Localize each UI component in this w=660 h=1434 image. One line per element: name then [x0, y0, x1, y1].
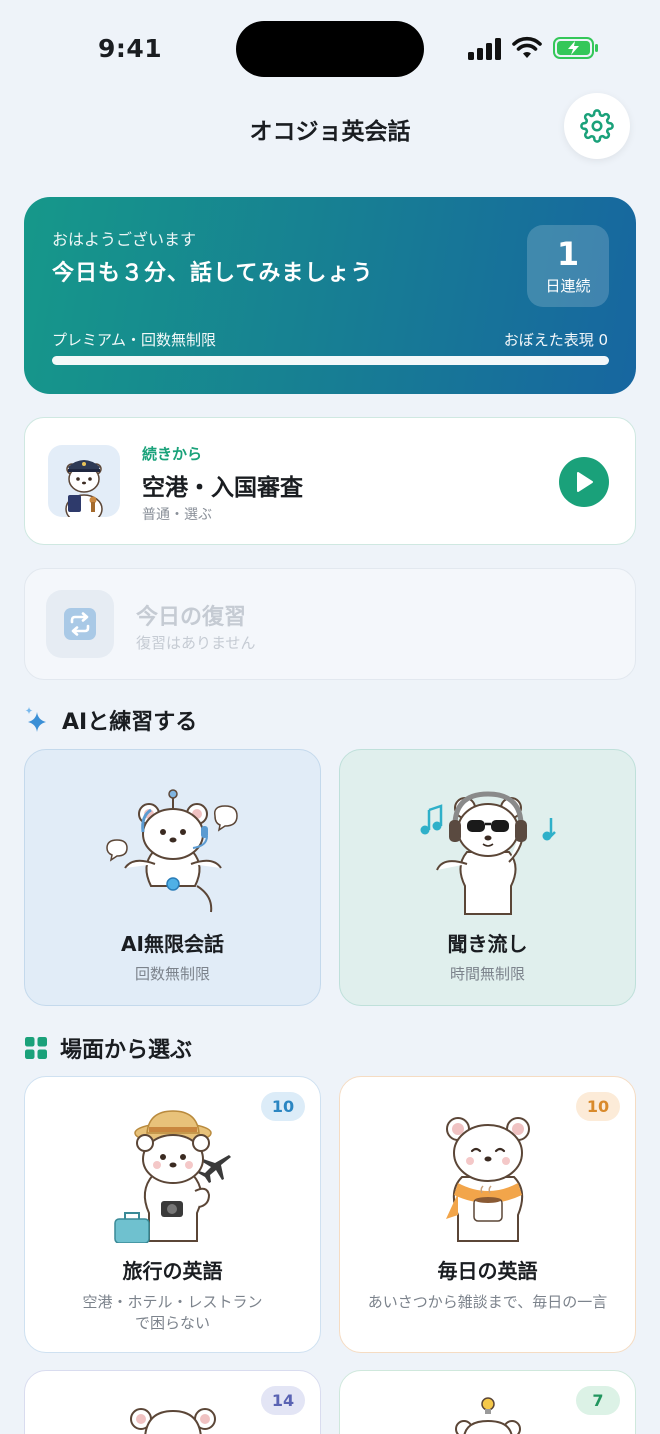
grid-icon [25, 1037, 47, 1059]
review-title: 今日の復習 [136, 605, 247, 630]
status-time: 9:41 [98, 34, 163, 63]
ermine-image [129, 1408, 216, 1434]
lesson-thumbnail [48, 445, 120, 517]
streak-box: 1 日連続 [527, 225, 609, 307]
dynamic-island [236, 21, 424, 77]
review-card: 今日の復習 復習はありません [24, 568, 636, 680]
lesson-count-badge: 7 [576, 1386, 620, 1415]
battery-icon [553, 37, 598, 59]
continue-kicker: 続きから [142, 445, 203, 463]
continue-card[interactable]: 続きから 空港・入国審査 普通・選ぶ [24, 417, 636, 545]
gear-icon [580, 109, 614, 143]
listening-tile-sub: 時間無制限 [449, 965, 525, 983]
lesson-count-badge: 10 [261, 1092, 305, 1121]
scene-sub-line2: で困らない [134, 1314, 210, 1332]
ai-section-title: AIと練習する [62, 710, 198, 735]
scenes-section-title: 場面から選ぶ [60, 1038, 193, 1063]
scene-card-daily[interactable]: 10 毎日の英語 あいさつから雑談まで、毎日の一言 [339, 1076, 636, 1353]
lesson-count-badge: 10 [576, 1092, 620, 1121]
phrases-count: おぼえた表現 0 [503, 331, 608, 349]
ermine-coffee-image [445, 1117, 530, 1242]
hero-headline: 今日も３分、話してみましょう [52, 261, 374, 286]
ermine-officer-image [65, 460, 103, 517]
listening-tile[interactable]: 聞き流し 時間無制限 [339, 749, 636, 1006]
repeat-icon [64, 608, 96, 640]
ai-tile-label: AI無限会話 [121, 932, 224, 956]
scene-sub: あいさつから雑談まで、毎日の一言 [367, 1293, 608, 1311]
continue-subtitle: 普通・選ぶ [142, 507, 212, 523]
ermine-robot-image [105, 789, 238, 913]
streak-label: 日連続 [545, 277, 591, 295]
ermine-traveler-image [113, 1110, 231, 1243]
ai-conversation-tile[interactable]: AI無限会話 回数無制限 [24, 749, 321, 1006]
ermine-headphones-image [420, 791, 556, 915]
scene-card-4[interactable]: 7 [339, 1370, 636, 1434]
scenes-section-header: 場面から選ぶ [24, 1032, 192, 1064]
streak-number: 1 [556, 235, 580, 273]
sparkle-icon [25, 707, 46, 732]
ai-tile-sub: 回数無制限 [134, 965, 210, 983]
listening-tile-label: 聞き流し [447, 932, 528, 956]
scene-card-travel[interactable]: 10 旅行の英語 空港・ホテル・レストラン で困らない [24, 1076, 321, 1353]
continue-title: 空港・入国審査 [142, 475, 303, 501]
plan-label: プレミアム・回数無制限 [52, 331, 216, 349]
review-subtitle: 復習はありません [136, 634, 256, 652]
hero-greeting: おはようございます [52, 230, 197, 249]
ai-section-header: AIと練習する [24, 704, 197, 736]
signal-icon [468, 38, 501, 60]
scene-label: 毎日の英語 [437, 1259, 538, 1283]
progress-bar [52, 356, 609, 365]
play-button[interactable] [559, 457, 609, 507]
app-title: オコジョ英会話 [249, 119, 411, 145]
scene-label: 旅行の英語 [122, 1259, 223, 1283]
play-icon [577, 472, 593, 492]
review-icon-box [46, 590, 114, 658]
lesson-count-badge: 14 [261, 1386, 305, 1415]
scene-sub: 空港・ホテル・レストラン [82, 1293, 263, 1311]
scene-card-3[interactable]: 14 [24, 1370, 321, 1434]
ermine-idea-image [454, 1397, 521, 1434]
settings-button[interactable] [564, 93, 630, 159]
wifi-icon [512, 36, 542, 58]
hero-card: おはようございます 今日も３分、話してみましょう 1 日連続 プレミアム・回数無… [24, 197, 636, 394]
